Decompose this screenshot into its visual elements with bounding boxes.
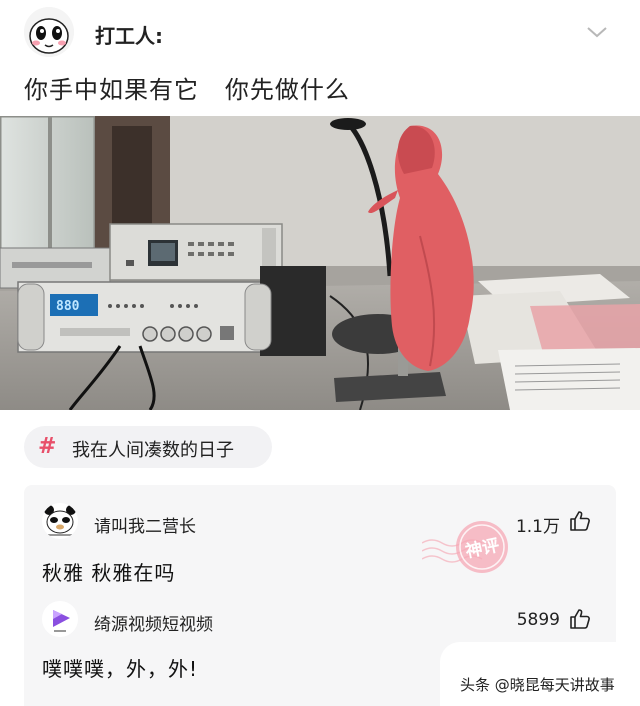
thumbs-up-icon[interactable]	[569, 608, 591, 630]
photo-illustration: 880	[0, 116, 640, 410]
topic-label: 我在人间凑数的日子	[72, 440, 234, 461]
watermark-text: 头条 @晓昆每天讲故事	[460, 676, 615, 694]
topic-chip[interactable]: # 我在人间凑数的日子	[24, 426, 272, 468]
play-logo-icon	[42, 601, 78, 637]
chevron-down-icon[interactable]	[586, 24, 608, 40]
post-header: 打工人:	[0, 0, 640, 62]
post-photo[interactable]: 880	[0, 116, 640, 410]
commenter-avatar[interactable]	[42, 601, 78, 637]
comment-user[interactable]: 绮源视频短视频	[94, 610, 213, 635]
comment-user[interactable]: 请叫我二营长	[94, 512, 196, 537]
commenter-avatar[interactable]	[42, 503, 78, 539]
author-avatar[interactable]	[24, 7, 74, 57]
watermark: 头条 @晓昆每天讲故事	[440, 642, 640, 706]
panda-avatar-icon	[24, 7, 74, 57]
thumbs-up-icon[interactable]	[569, 510, 591, 532]
post-text: 你手中如果有它 你先做什么	[24, 76, 350, 104]
comment-like-count: 5899	[516, 610, 560, 630]
comment-text: 秋雅 秋雅在吗	[42, 561, 176, 585]
amp-display-digits: 880	[56, 299, 80, 314]
hash-icon: #	[38, 434, 57, 459]
comment-text: 噗噗噗，外，外!	[42, 657, 199, 681]
panda-meme-icon	[42, 503, 78, 539]
author-name[interactable]: 打工人:	[95, 20, 163, 49]
comment-like-count: 1.1万	[515, 517, 560, 537]
